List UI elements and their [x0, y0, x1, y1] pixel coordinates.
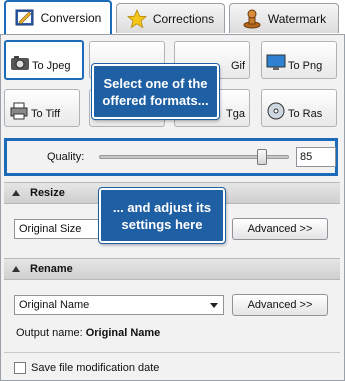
save-date-checkbox-row[interactable]: Save file modification date [14, 362, 159, 374]
format-label: To Tiff [31, 108, 61, 120]
format-label: To Jpeg [32, 60, 71, 72]
tab-watermark[interactable]: Watermark [229, 3, 339, 33]
collapse-arrow-icon [12, 190, 20, 196]
quality-label: Quality: [47, 151, 85, 163]
collapse-arrow-icon [12, 266, 20, 272]
combo-value: Original Name [19, 299, 90, 311]
output-name-label: Output name: [16, 327, 83, 339]
chevron-down-icon [210, 303, 218, 308]
printer-icon [9, 102, 29, 120]
tab-label: Corrections [152, 11, 215, 26]
resize-advanced-button[interactable]: Advanced >> [232, 218, 328, 240]
checkbox-label: Save file modification date [31, 362, 160, 374]
combo-value: Original Size [19, 223, 82, 235]
format-label: To Png [288, 60, 323, 72]
output-name-row: Output name: Original Name [16, 327, 160, 339]
stamp-icon [242, 9, 262, 29]
callout-text: ... and adjust its settings here [112, 199, 212, 232]
camera-icon [10, 54, 30, 72]
section-title: Resize [30, 187, 65, 199]
tab-bar: Conversion Corrections Watermark [0, 0, 345, 34]
format-label: To Ras [288, 108, 323, 120]
to-tiff-button[interactable]: To Tiff [4, 89, 80, 127]
to-ras-button[interactable]: To Ras [261, 89, 337, 127]
settings-callout: ... and adjust its settings here [98, 187, 226, 244]
slider-thumb[interactable] [257, 149, 267, 165]
formats-callout: Select one of the offered formats... [91, 63, 220, 120]
output-name-value: Original Name [85, 327, 161, 339]
quality-value: 85 [300, 151, 313, 163]
section-title: Rename [30, 263, 73, 275]
rename-header[interactable]: Rename [4, 258, 340, 280]
quality-settings: Quality: 85 [4, 138, 338, 176]
disc-icon [266, 102, 286, 120]
monitor-icon [266, 54, 286, 72]
quality-slider[interactable] [99, 149, 289, 165]
callout-text: Select one of the offered formats... [102, 75, 209, 108]
conversion-icon [15, 8, 35, 28]
tab-corrections[interactable]: Corrections [116, 3, 225, 33]
button-label: Advanced >> [247, 223, 313, 235]
format-label: Tga [226, 108, 245, 120]
to-png-button[interactable]: To Png [261, 41, 337, 79]
star-icon [126, 8, 147, 29]
quality-value-input[interactable]: 85 [296, 147, 336, 167]
tab-conversion[interactable]: Conversion [4, 0, 112, 34]
save-date-checkbox[interactable] [14, 362, 26, 374]
tab-label: Conversion [40, 11, 102, 25]
tab-label: Watermark [267, 11, 327, 26]
to-jpeg-button[interactable]: To Jpeg [4, 40, 84, 80]
footer-divider [4, 352, 340, 353]
button-label: Advanced >> [247, 299, 313, 311]
format-label: Gif [230, 60, 245, 72]
rename-advanced-button[interactable]: Advanced >> [232, 294, 328, 316]
rename-combo[interactable]: Original Name [14, 295, 224, 315]
